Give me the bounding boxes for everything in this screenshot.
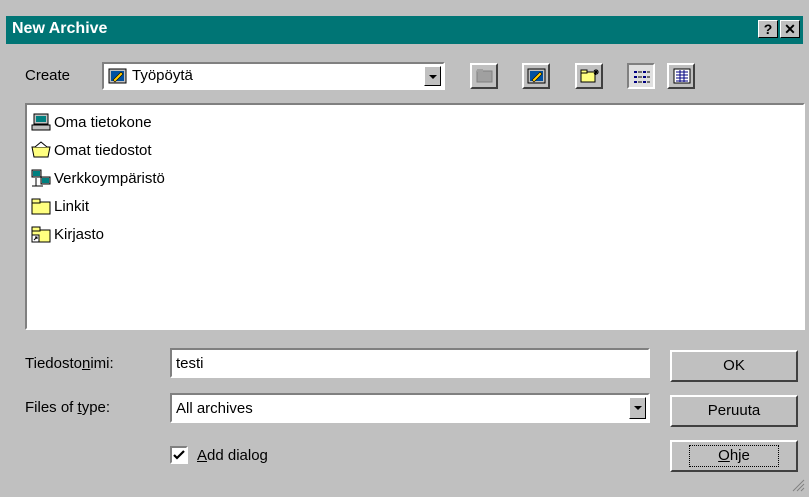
list-item[interactable]: Linkit — [31, 194, 89, 218]
list-item-label: Verkkoympäristö — [54, 169, 165, 187]
checkmark-icon — [172, 448, 186, 466]
filename-label: Tiedostonimi: — [25, 355, 114, 372]
filetype-select[interactable]: All archives — [170, 393, 650, 423]
folder-shortcut-icon — [31, 225, 51, 243]
list-view-icon — [633, 69, 651, 89]
network-icon — [31, 169, 51, 187]
up-folder-icon — [476, 68, 494, 88]
new-folder-icon — [580, 68, 600, 88]
file-list[interactable]: Oma tietokone Omat tiedostot Verkkoympär… — [25, 103, 805, 330]
list-item[interactable]: Kirjasto — [31, 222, 104, 246]
create-label: Create — [25, 67, 71, 84]
ok-button[interactable]: OK — [670, 350, 798, 382]
list-item[interactable]: Verkkoympäristö — [31, 166, 165, 190]
add-dialog-checkbox[interactable] — [170, 446, 188, 464]
desktop-button[interactable] — [522, 63, 550, 89]
help-button-label: Ohje — [689, 445, 779, 467]
help-title-button[interactable]: ? — [758, 20, 778, 38]
up-one-level-button[interactable] — [470, 63, 498, 89]
location-dropdown-arrow[interactable] — [424, 66, 441, 86]
location-value: Työpöytä — [132, 67, 193, 84]
new-folder-button[interactable] — [575, 63, 603, 89]
location-combo[interactable]: Työpöytä — [102, 62, 445, 90]
list-item-label: Omat tiedostot — [54, 141, 152, 159]
title-bar[interactable]: New Archive ? ✕ — [6, 16, 803, 44]
details-view-icon — [673, 68, 691, 88]
filetype-dropdown-arrow[interactable] — [629, 397, 646, 419]
filetype-value: All archives — [176, 400, 253, 417]
desktop-icon — [108, 67, 128, 85]
list-item[interactable]: Oma tietokone — [31, 110, 152, 134]
cancel-button[interactable]: Peruuta — [670, 395, 798, 427]
filename-input[interactable]: testi — [170, 348, 650, 378]
list-item-label: Oma tietokone — [54, 113, 152, 131]
desktop-shortcut-icon — [527, 67, 547, 89]
new-archive-dialog: New Archive ? ✕ Create Työpöytä Oma tiet… — [0, 0, 809, 495]
list-item[interactable]: Omat tiedostot — [31, 138, 152, 162]
list-view-button[interactable] — [627, 63, 655, 89]
resize-grip-icon[interactable] — [790, 477, 806, 497]
folder-icon — [31, 197, 51, 215]
computer-icon — [31, 113, 51, 131]
close-button[interactable]: ✕ — [780, 20, 800, 38]
add-dialog-label[interactable]: Add dialog — [197, 447, 268, 464]
filetype-label: Files of type: — [25, 399, 111, 416]
my-documents-icon — [31, 141, 51, 159]
filename-value: testi — [176, 355, 204, 372]
help-button[interactable]: Ohje — [670, 440, 798, 472]
window-title: New Archive — [12, 20, 108, 37]
list-item-label: Kirjasto — [54, 225, 105, 243]
list-item-label: Linkit — [54, 197, 90, 215]
details-view-button[interactable] — [667, 63, 695, 89]
